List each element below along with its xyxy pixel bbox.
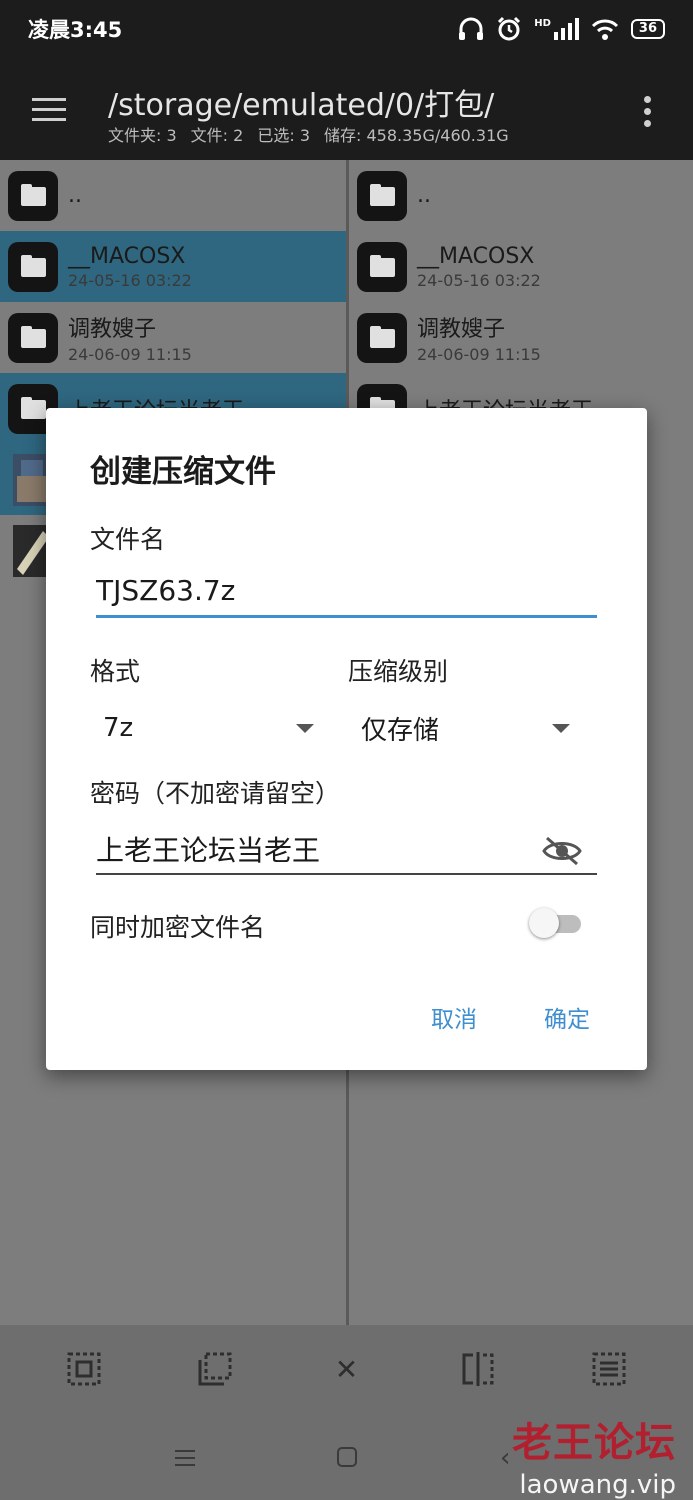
folder-icon xyxy=(8,170,58,221)
list-item-parent[interactable]: .. xyxy=(349,160,693,231)
password-label: 密码（不加密请留空） xyxy=(90,779,341,808)
app-bar: /storage/emulated/0/打包/ 文件夹: 3 文件: 2 已选:… xyxy=(0,58,693,160)
dropdown-arrow-icon xyxy=(552,724,570,733)
folder-icon xyxy=(357,241,407,292)
item-name: .. xyxy=(417,183,431,208)
signal-icon xyxy=(553,18,579,40)
list-item[interactable]: 调教嫂子 24-06-09 11:15 xyxy=(349,302,693,373)
wifi-icon xyxy=(591,19,618,40)
current-path[interactable]: /storage/emulated/0/打包/ xyxy=(108,80,494,124)
compare-icon[interactable] xyxy=(461,1352,495,1386)
cancel-button[interactable]: 取消 xyxy=(431,1000,477,1034)
select-all-icon[interactable] xyxy=(67,1352,101,1386)
path-info: 文件夹: 3 文件: 2 已选: 3 储存: 458.35G/460.31G xyxy=(108,122,509,146)
folder-icon xyxy=(8,241,58,292)
folder-icon xyxy=(8,312,58,363)
storage-info: 储存: 458.35G/460.31G xyxy=(324,126,509,145)
item-date: 24-06-09 11:15 xyxy=(68,345,192,364)
alarm-icon xyxy=(498,16,521,41)
format-label: 格式 xyxy=(90,657,141,686)
ok-button[interactable]: 确定 xyxy=(544,1000,590,1034)
home-icon[interactable] xyxy=(337,1447,357,1467)
item-date: 24-05-16 03:22 xyxy=(417,270,541,290)
status-bar: 凌晨3:45 HD 36 xyxy=(0,0,693,58)
item-date: 24-06-09 11:15 xyxy=(417,345,541,364)
dialog-title: 创建压缩文件 xyxy=(90,454,276,490)
close-icon[interactable]: ✕ xyxy=(329,1352,363,1386)
filename-label: 文件名 xyxy=(90,525,166,554)
bottom-action-bar: ✕ xyxy=(0,1325,693,1413)
list-item[interactable]: __MACOSX 24-05-16 03:22 xyxy=(0,231,346,302)
folder-count: 文件夹: 3 xyxy=(108,126,177,145)
compression-level-value: 仅存储 xyxy=(361,715,440,746)
hamburger-menu-icon[interactable] xyxy=(32,98,66,121)
select-range-icon[interactable] xyxy=(198,1352,232,1386)
dropdown-arrow-icon xyxy=(296,724,314,733)
battery-icon: 36 xyxy=(630,19,665,39)
folder-icon xyxy=(357,170,407,221)
file-count: 文件: 2 xyxy=(190,126,244,145)
status-time: 凌晨3:45 xyxy=(28,18,123,42)
selected-count: 已选: 3 xyxy=(257,126,311,145)
more-vert-icon[interactable] xyxy=(644,96,652,132)
list-item-parent[interactable]: .. xyxy=(0,160,346,231)
password-input[interactable] xyxy=(96,832,597,875)
status-icons: HD 36 xyxy=(458,16,665,42)
visibility-off-icon[interactable] xyxy=(542,836,582,866)
list-select-icon[interactable] xyxy=(592,1352,626,1386)
list-item[interactable]: __MACOSX 24-05-16 03:22 xyxy=(349,231,693,302)
hd-label: HD xyxy=(534,18,551,29)
watermark-title: 老王论坛 xyxy=(512,1419,676,1466)
encrypt-filenames-label: 同时加密文件名 xyxy=(90,913,266,942)
toggle-knob xyxy=(529,908,559,938)
format-value: 7z xyxy=(103,713,134,743)
item-name: .. xyxy=(68,183,82,208)
item-date: 24-05-16 03:22 xyxy=(68,270,192,290)
watermark-url: laowang.vip xyxy=(519,1470,676,1500)
headphones-icon xyxy=(459,17,484,40)
item-name: 调教嫂子 xyxy=(68,317,157,342)
item-name: 调教嫂子 xyxy=(417,317,506,342)
encrypt-filenames-toggle[interactable] xyxy=(529,908,585,938)
folder-icon xyxy=(357,312,407,363)
format-select[interactable]: 7z xyxy=(103,708,318,748)
filename-input[interactable] xyxy=(96,574,597,618)
compression-level-label: 压缩级别 xyxy=(348,657,449,686)
list-item[interactable]: 调教嫂子 24-06-09 11:15 xyxy=(0,302,346,373)
item-name: __MACOSX xyxy=(68,243,186,269)
compression-level-select[interactable]: 仅存储 xyxy=(361,708,576,748)
create-archive-dialog: 创建压缩文件 文件名 格式 压缩级别 7z 仅存储 密码（不加密请留空） 同时加… xyxy=(46,408,647,1070)
watermark: 老王论坛 laowang.vip xyxy=(500,1410,676,1500)
item-name: __MACOSX xyxy=(417,243,535,269)
recents-icon[interactable] xyxy=(175,1450,195,1471)
